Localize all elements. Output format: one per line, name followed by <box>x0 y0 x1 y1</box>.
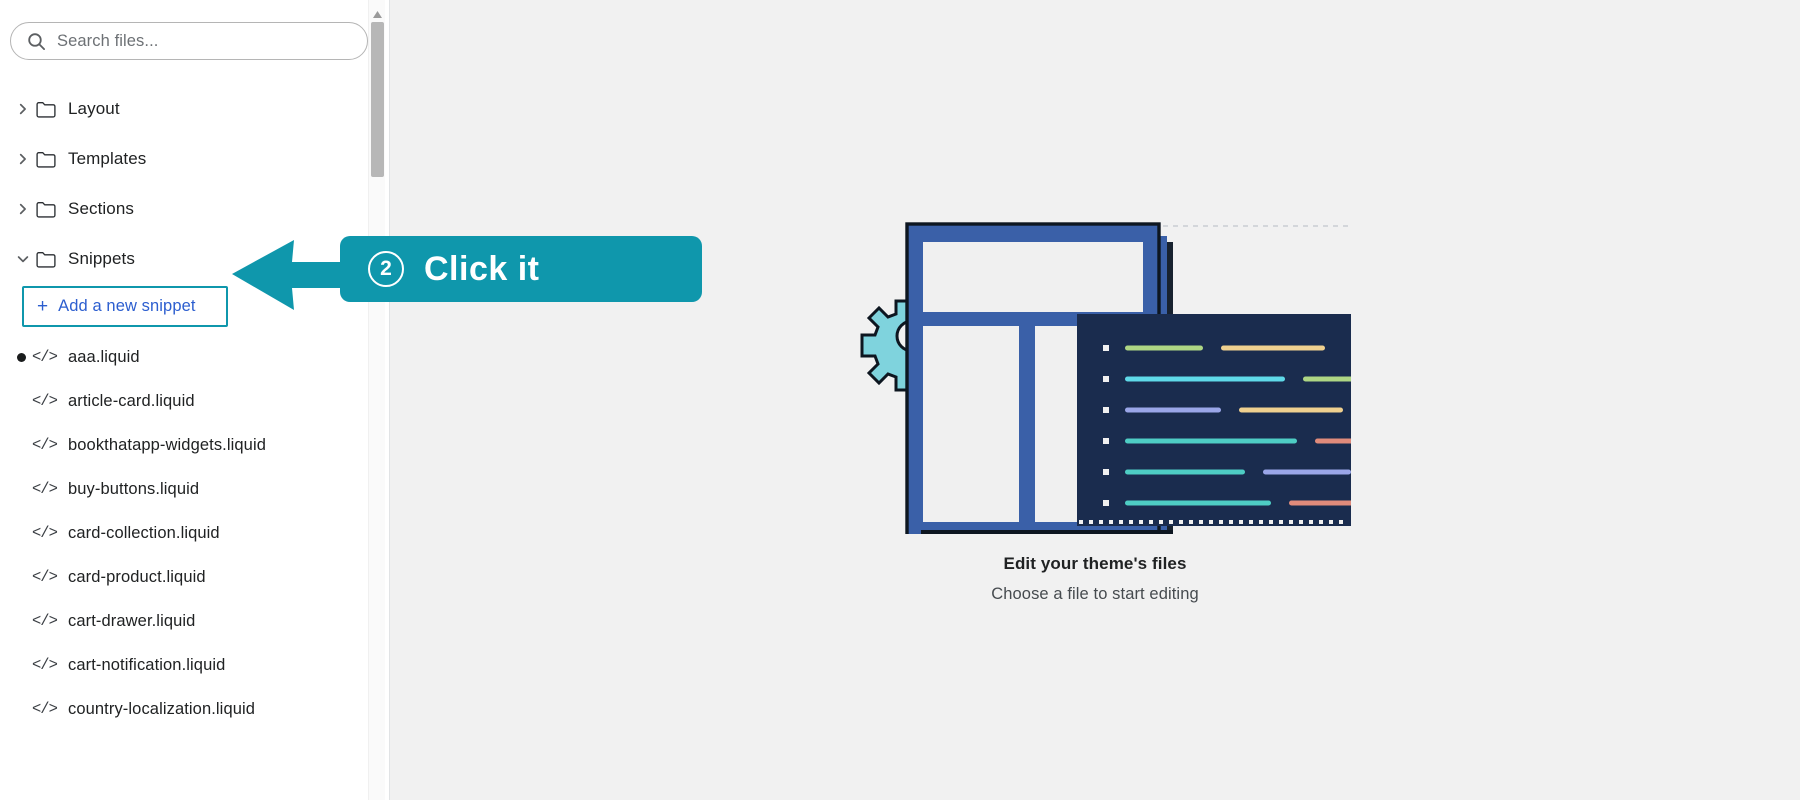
code-line-bullet <box>1103 407 1109 413</box>
list-item[interactable]: </> country-localization.liquid <box>0 687 390 731</box>
code-line-bullet <box>1103 500 1109 506</box>
unsaved-changes-dot-icon <box>10 352 32 362</box>
list-item[interactable]: </> card-product.liquid <box>0 555 390 599</box>
empty-state-title: Edit your theme's files <box>1003 554 1187 573</box>
empty-state: Edit your theme's files Choose a file to… <box>745 214 1445 604</box>
list-item[interactable]: </> aaa.liquid <box>0 335 390 379</box>
theme-files-illustration <box>860 222 1351 534</box>
code-line-segment <box>1263 469 1351 475</box>
chevron-right-icon[interactable] <box>10 103 36 115</box>
folder-icon <box>36 101 68 118</box>
plus-icon: + <box>37 296 49 317</box>
code-line-segment <box>1289 500 1351 506</box>
add-new-snippet-label: Add a new snippet <box>58 297 196 315</box>
search-container: Search files... <box>0 0 390 60</box>
code-line-segment <box>1315 438 1351 444</box>
sidebar-scrollbar[interactable] <box>368 0 385 800</box>
sidebar-folder-templates[interactable]: Templates <box>0 134 390 184</box>
file-name: bookthatapp-widgets.liquid <box>68 435 266 454</box>
code-line-bullet <box>1103 345 1109 351</box>
sidebar-folder-label: Templates <box>68 149 147 168</box>
sidebar-folder-label: Layout <box>68 99 120 118</box>
code-file-icon: </> <box>32 656 58 674</box>
search-input[interactable]: Search files... <box>10 22 368 60</box>
code-line-segment <box>1239 407 1343 413</box>
sidebar-folder-label: Snippets <box>68 249 135 268</box>
code-line-segment <box>1125 438 1297 444</box>
code-line-segment <box>1303 376 1351 382</box>
sidebar-folder-layout[interactable]: Layout <box>0 84 390 134</box>
empty-state-subtitle: Choose a file to start editing <box>991 585 1199 603</box>
list-item[interactable]: </> article-card.liquid <box>0 379 390 423</box>
file-name: country-localization.liquid <box>68 699 256 718</box>
code-file-icon: </> <box>32 348 58 366</box>
code-file-icon: </> <box>32 480 58 498</box>
folder-tree: Layout Templates Sections Snippets <box>0 84 390 284</box>
code-line-segment <box>1221 345 1325 351</box>
search-placeholder: Search files... <box>57 31 159 50</box>
search-icon <box>27 32 46 51</box>
code-file-icon: </> <box>32 612 58 630</box>
folder-icon <box>36 251 68 268</box>
file-sidebar: Search files... Layout Templates Section… <box>0 0 390 800</box>
add-new-snippet-button[interactable]: + Add a new snippet <box>22 286 228 327</box>
file-name: cart-drawer.liquid <box>68 611 196 630</box>
code-line-segment <box>1125 376 1285 382</box>
code-line-bullet <box>1103 469 1109 475</box>
file-name: buy-buttons.liquid <box>68 479 200 498</box>
code-file-icon: </> <box>32 568 58 586</box>
folder-icon <box>36 201 68 218</box>
code-file-icon: </> <box>32 700 58 718</box>
scrollbar-thumb[interactable] <box>371 22 384 177</box>
list-item[interactable]: </> cart-drawer.liquid <box>0 599 390 643</box>
code-file-icon: </> <box>32 436 58 454</box>
code-line-segment <box>1125 469 1245 475</box>
editor-main-area: Edit your theme's files Choose a file to… <box>390 0 1800 800</box>
theme-editor-screen: Search files... Layout Templates Section… <box>0 0 1800 800</box>
add-snippet-container: + Add a new snippet <box>0 286 390 327</box>
file-name: cart-notification.liquid <box>68 655 226 674</box>
code-line-segment <box>1125 500 1271 506</box>
list-item[interactable]: </> buy-buttons.liquid <box>0 467 390 511</box>
file-name: card-product.liquid <box>68 567 206 586</box>
code-line-bullet <box>1103 376 1109 382</box>
snippet-file-list: </> aaa.liquid </> article-card.liquid <… <box>0 335 390 731</box>
chevron-right-icon[interactable] <box>10 203 36 215</box>
sidebar-folder-label: Sections <box>68 199 135 218</box>
file-name: aaa.liquid <box>68 347 140 366</box>
chevron-down-icon[interactable] <box>10 253 36 265</box>
chevron-right-icon[interactable] <box>10 153 36 165</box>
file-name: card-collection.liquid <box>68 523 220 542</box>
file-name: article-card.liquid <box>68 391 195 410</box>
folder-icon <box>36 151 68 168</box>
scroll-up-arrow-icon[interactable] <box>372 6 383 18</box>
code-line-bullet <box>1103 438 1109 444</box>
sidebar-folder-snippets[interactable]: Snippets <box>0 234 390 284</box>
list-item[interactable]: </> card-collection.liquid <box>0 511 390 555</box>
list-item[interactable]: </> cart-notification.liquid <box>0 643 390 687</box>
list-item[interactable]: </> bookthatapp-widgets.liquid <box>0 423 390 467</box>
sidebar-folder-sections[interactable]: Sections <box>0 184 390 234</box>
code-file-icon: </> <box>32 524 58 542</box>
code-line-segment <box>1125 407 1221 413</box>
code-file-icon: </> <box>32 392 58 410</box>
code-line-segment <box>1125 345 1203 351</box>
